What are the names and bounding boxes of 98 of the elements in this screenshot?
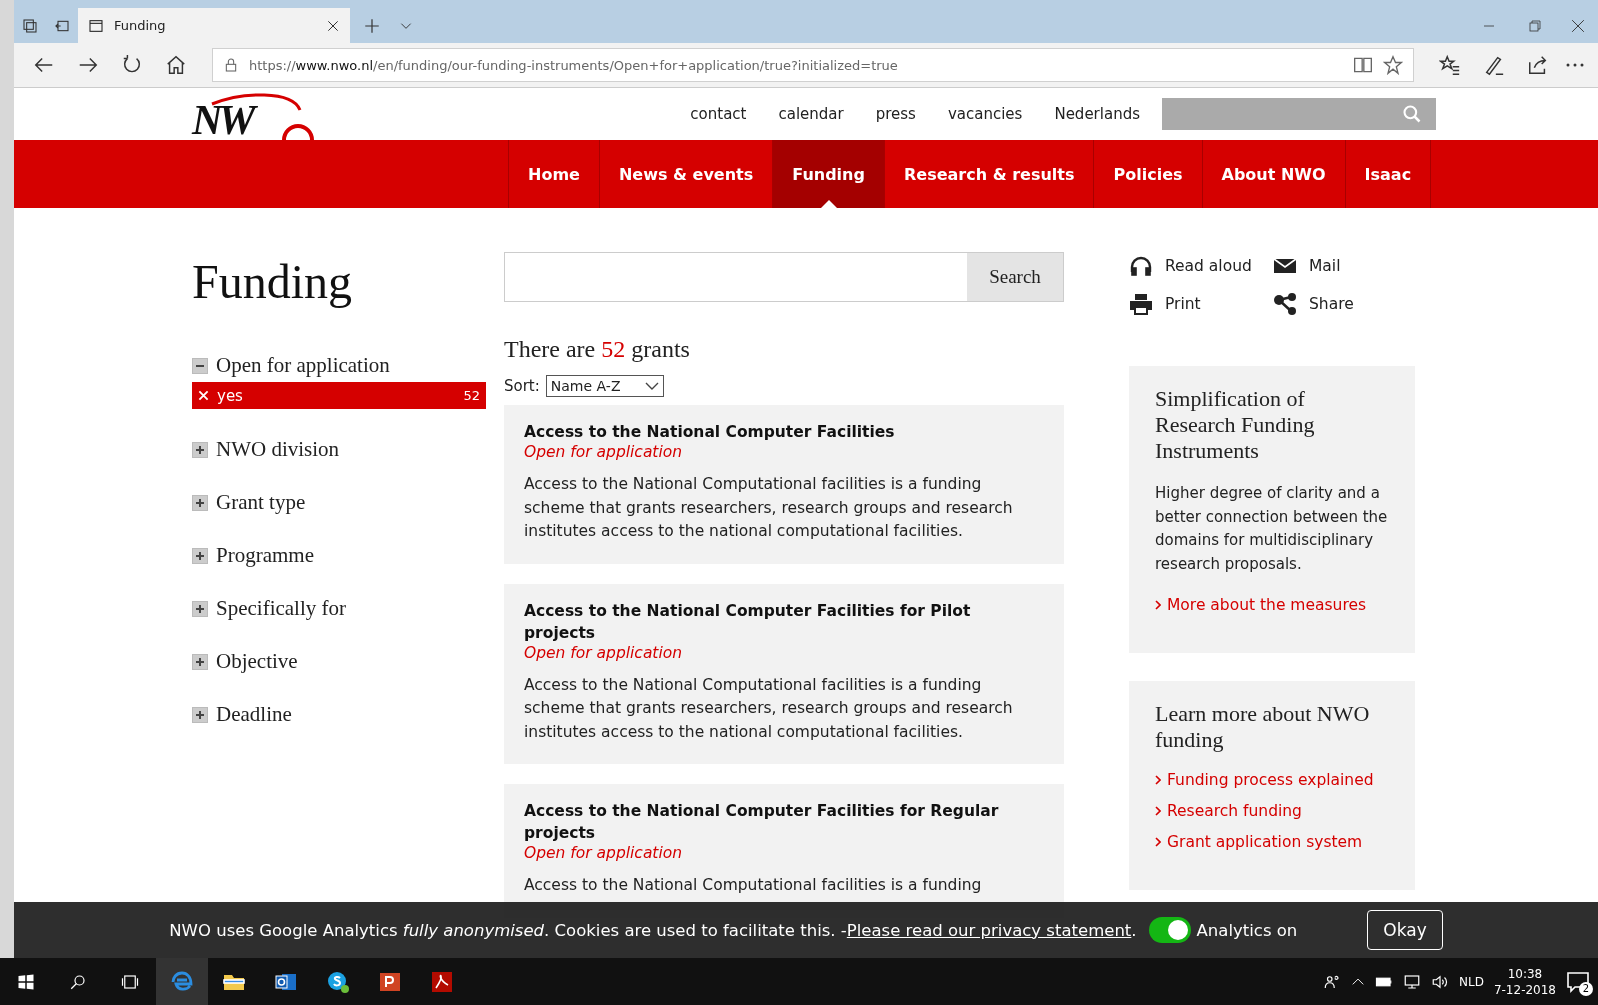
cookie-text: NWO uses Google Analytics fully anonymised. Cookies are used to facilitate this. - [169, 920, 847, 940]
sort-select[interactable]: Name A-Z [545, 375, 664, 397]
panel-title: Simplification of Research Funding Instruments [1155, 386, 1316, 464]
nav-item[interactable]: About NWO [1201, 140, 1345, 208]
nav-item[interactable]: Policies [1093, 140, 1202, 208]
task-view-icon [121, 972, 139, 991]
search-icon [69, 972, 87, 991]
restore-icon [1529, 19, 1541, 32]
pen-icon [1483, 54, 1505, 76]
cookie-text-end: . [1131, 920, 1137, 940]
plus-icon [192, 547, 208, 564]
more-icon [1566, 63, 1584, 67]
grant-description: Access to the National Computational facilities is a funding scheme that grants researchers, research groups and research institutes access to the national computational facilities. [524, 674, 1014, 743]
grant-title[interactable]: Access to the National Computer Facilities for Regular projects [524, 800, 1044, 844]
search-icon [1402, 104, 1422, 124]
panel-link[interactable]: Research funding [1155, 802, 1389, 820]
search-button[interactable]: Search [967, 253, 1063, 301]
chevron-right-icon [1155, 837, 1161, 847]
facet-toggle[interactable]: NWO division [192, 437, 486, 462]
plus-icon [192, 653, 208, 670]
edge-icon [170, 969, 194, 994]
panel-text: Higher degree of clarity and a better connection between the domains for multidisciplinary research proposals. [1155, 483, 1389, 575]
browser-tab[interactable]: Funding [78, 8, 350, 43]
plus-icon [363, 16, 381, 35]
grant-title[interactable]: Access to the National Computer Facilities for Pilot projects [524, 599, 1044, 644]
top-link[interactable]: calendar [762, 105, 860, 123]
reading-view-icon [1353, 55, 1373, 75]
tool-link[interactable]: Share [1273, 292, 1413, 316]
star-icon [1383, 55, 1403, 75]
tool-link[interactable]: Mail [1273, 254, 1413, 278]
pdf-reader-icon [430, 969, 454, 994]
plus-icon [192, 494, 208, 511]
lock-icon [223, 57, 239, 73]
minus-icon [192, 357, 208, 374]
printer-icon [1129, 292, 1153, 316]
panel-link[interactable]: Funding process explained [1155, 771, 1389, 789]
network-icon [1403, 972, 1421, 991]
facet-toggle[interactable]: Objective [192, 649, 486, 674]
grant-status: Open for application [524, 643, 684, 662]
plus-icon [192, 706, 208, 723]
headphones-icon [1129, 254, 1153, 278]
windows-icon [17, 972, 35, 991]
top-link[interactable]: contact [674, 105, 763, 123]
panel-title: Learn more about NWO funding [1155, 701, 1371, 753]
analytics-toggle[interactable] [1148, 917, 1191, 943]
facet-toggle[interactable]: Grant type [192, 490, 486, 515]
grant-title[interactable]: Access to the National Computer Facilities [524, 421, 1044, 443]
tool-link[interactable]: Read aloud [1129, 254, 1273, 278]
search-field[interactable]: Search [504, 252, 1064, 302]
nav-item[interactable]: Funding [772, 140, 884, 208]
clock[interactable]: 10:38 7-12-2018 [1493, 965, 1556, 998]
chevron-right-icon [1155, 806, 1161, 816]
close-icon [326, 18, 340, 33]
chevron-right-icon [1155, 600, 1161, 610]
remove-icon [198, 390, 209, 401]
top-link[interactable]: press [859, 105, 932, 123]
site-search-field[interactable] [1162, 98, 1436, 130]
nav-item[interactable]: Home [508, 140, 599, 208]
facet-toggle[interactable]: Deadline [192, 702, 486, 727]
close-icon [1571, 18, 1585, 33]
share-icon [1527, 54, 1549, 76]
panel-link[interactable]: Grant application system [1155, 833, 1389, 851]
nav-item[interactable]: Research & results [883, 140, 1094, 208]
okay-button[interactable]: Okay [1367, 910, 1443, 950]
facet-toggle[interactable]: Specifically for [192, 596, 486, 621]
toggle-label: Analytics on [1196, 920, 1298, 940]
filter-value[interactable]: yes 52 [192, 382, 486, 409]
language-indicator[interactable]: NLD [1459, 974, 1484, 989]
grant-status: Open for application [524, 844, 684, 862]
nav-item[interactable]: Isaac [1344, 140, 1432, 208]
page-icon [88, 17, 104, 34]
tabs-aside-icon [22, 17, 38, 34]
skype-icon [326, 969, 350, 994]
panel-link[interactable]: More about the measures [1155, 596, 1389, 614]
sort-label: Sort: [504, 377, 540, 395]
home-icon [165, 54, 187, 76]
favorites-icon [1439, 54, 1461, 76]
plus-icon [192, 441, 208, 458]
grant-status: Open for application [524, 443, 684, 461]
privacy-link[interactable]: Please read our privacy statement [846, 920, 1132, 940]
address-bar[interactable]: https://www.nwo.nl/en/funding/our-funding-instruments/Open+for+application/true?initialized=true [212, 48, 1414, 82]
result-count: There are 52 grants [504, 336, 691, 363]
facet-toggle[interactable]: Programme [192, 543, 486, 568]
chevron-right-icon [1155, 775, 1161, 785]
grant-description: Access to the National Computational facilities is a funding [524, 875, 983, 896]
plus-icon [192, 600, 208, 617]
tool-link[interactable]: Print [1129, 292, 1273, 316]
nwo-logo[interactable]: NW [192, 90, 322, 140]
grant-description: Access to the National Computational facilities is a funding scheme that grants researchers, research groups and research institutes access to the national computational facilities. [524, 474, 1014, 542]
chevron-down-icon [644, 381, 659, 391]
facet-toggle[interactable]: Open for application [192, 353, 486, 378]
page-title: Funding [192, 254, 354, 309]
top-link[interactable]: vacancies [931, 105, 1039, 123]
notification-center-icon[interactable]: 2 [1566, 970, 1590, 993]
share-icon [1273, 292, 1297, 316]
top-link[interactable]: Nederlands [1038, 105, 1156, 123]
url-text: https://www.nwo.nl/en/funding/our-funding-instruments/Open+for+application/true?initialized=true [249, 57, 899, 73]
tab-title: Funding [114, 18, 167, 33]
